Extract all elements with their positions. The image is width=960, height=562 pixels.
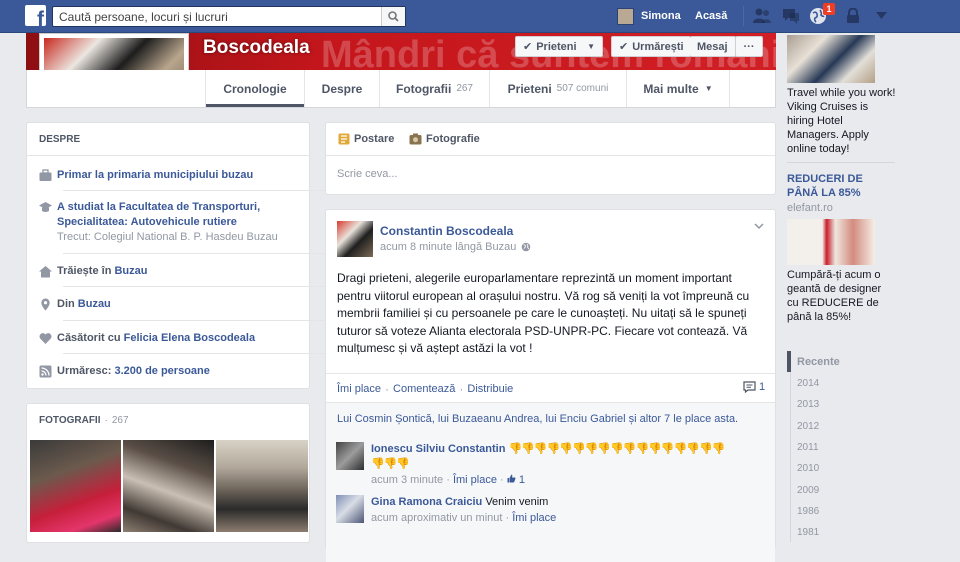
post-text: Dragi prieteni, alegerile europarlamenta… xyxy=(337,271,750,355)
friends-button[interactable]: ✔ Prieteni ▼ xyxy=(515,36,603,57)
post-author-avatar[interactable] xyxy=(337,221,373,257)
comment-count[interactable]: 1 xyxy=(743,381,765,393)
top-navigation-bar: f Simona Acasă 1 xyxy=(0,0,960,33)
timeline-year[interactable]: 2010 xyxy=(797,463,819,474)
about-card: DESPRE Primar la primaria municipiului b… xyxy=(26,122,325,389)
tab-more[interactable]: Mai multe ▼ xyxy=(626,70,730,107)
post-tab[interactable]: Postare xyxy=(338,133,394,145)
more-options-button[interactable]: ··· xyxy=(735,36,763,57)
about-item-lives-in[interactable]: Trăiește în Buzau xyxy=(39,264,325,279)
timeline-year[interactable]: 2012 xyxy=(797,421,819,432)
about-item-followers[interactable]: Urmăresc: 3.200 de persoane xyxy=(39,364,325,379)
thumbs-up-icon xyxy=(507,474,516,483)
search-input[interactable] xyxy=(53,7,379,26)
tab-friends[interactable]: Prieteni 507 comuni xyxy=(489,70,626,107)
post-meta: acum 8 minute lângă Buzau xyxy=(380,241,531,253)
message-button[interactable]: Mesaj xyxy=(690,36,736,57)
comment-author-avatar[interactable] xyxy=(336,442,364,470)
comment-like-link[interactable]: Îmi place xyxy=(453,474,497,486)
settings-caret-icon[interactable] xyxy=(876,12,887,19)
composer-input[interactable]: Scrie ceva... xyxy=(337,168,398,180)
post-timestamp[interactable]: acum 8 minute lângă Buzau xyxy=(380,241,516,253)
tab-timeline[interactable]: Cronologie xyxy=(205,70,304,107)
photo-thumbnail[interactable] xyxy=(30,440,121,532)
public-globe-icon[interactable] xyxy=(521,242,531,252)
comment-author[interactable]: Gina Ramona Craiciu xyxy=(371,496,482,508)
post-card: Constantin Boscodeala acum 8 minute lâng… xyxy=(325,209,776,562)
tab-photos[interactable]: Fotografii 267 xyxy=(379,70,489,107)
search-button[interactable] xyxy=(381,7,405,26)
photo-thumbnail[interactable] xyxy=(123,440,214,532)
timeline-year[interactable]: 2009 xyxy=(797,485,819,496)
chevron-down-icon: ▼ xyxy=(704,84,713,93)
timeline-year[interactable]: 2014 xyxy=(797,378,819,389)
home-link[interactable]: Acasă xyxy=(695,10,727,22)
briefcase-icon xyxy=(39,169,52,181)
ad-text[interactable]: Travel while you work! Viking Cruises is… xyxy=(787,86,897,156)
timeline-year[interactable]: 2011 xyxy=(797,442,819,453)
user-name: Simona xyxy=(641,10,681,22)
timeline-year[interactable]: 2013 xyxy=(797,399,819,410)
education-icon xyxy=(39,202,52,212)
comment-likes-count[interactable]: 1 xyxy=(507,474,525,486)
profile-name[interactable]: Boscodeala xyxy=(203,37,310,59)
post-actions: Îmi place · Comentează · Distribuie xyxy=(337,382,514,396)
rss-icon xyxy=(39,365,52,378)
comment-link[interactable]: Comentează xyxy=(393,383,455,395)
comment-author-avatar[interactable] xyxy=(336,495,364,523)
notification-badge: 1 xyxy=(823,3,835,15)
photo-thumbnail[interactable] xyxy=(216,440,308,532)
timeline-year[interactable]: 1981 xyxy=(797,527,819,538)
likes-summary[interactable]: Lui Cosmin Șontică, lui Buzaeanu Andrea,… xyxy=(337,413,738,425)
comment-text: Venim venim xyxy=(485,496,549,508)
share-link[interactable]: Distribuie xyxy=(467,383,513,395)
location-pin-icon xyxy=(41,298,50,311)
check-icon: ✔ xyxy=(523,41,533,53)
privacy-lock-icon[interactable] xyxy=(846,8,860,24)
home-icon xyxy=(39,266,52,278)
post-options-chevron-icon[interactable] xyxy=(754,223,764,230)
timeline-scrubber-indicator xyxy=(787,351,791,372)
photo-tab[interactable]: Fotografie xyxy=(409,133,480,145)
about-title[interactable]: DESPRE xyxy=(27,123,309,156)
like-link[interactable]: Îmi place xyxy=(337,383,381,395)
search-box xyxy=(52,6,406,27)
profile-tabs: Cronologie Despre Fotografii 267 Prieteni… xyxy=(26,70,776,108)
chevron-down-icon: ▼ xyxy=(587,42,595,51)
ad-image[interactable] xyxy=(787,219,875,265)
ad-image[interactable] xyxy=(787,35,875,83)
tab-about[interactable]: Despre xyxy=(304,70,379,107)
comment-like-link[interactable]: Îmi place xyxy=(512,512,556,524)
search-icon xyxy=(388,11,399,22)
following-button[interactable]: ✔ Urmărești xyxy=(611,36,691,57)
user-avatar xyxy=(617,7,634,25)
comment-bubble-icon xyxy=(743,381,756,393)
photos-card: FOTOGRAFII · 267 xyxy=(26,403,310,543)
friend-requests-icon[interactable] xyxy=(752,7,772,25)
ad-text[interactable]: Cumpără-ți acum o geantă de designer cu … xyxy=(787,268,892,324)
about-item-from[interactable]: Din Buzau xyxy=(39,297,325,312)
composer: Postare Fotografie Scrie ceva... xyxy=(325,122,776,195)
divider xyxy=(743,6,744,26)
about-item-work[interactable]: Primar la primaria municipiului buzau xyxy=(39,168,325,183)
timeline-recent[interactable]: Recente xyxy=(797,356,840,368)
ad-title[interactable]: REDUCERI DE PÂNĂ LA 85% xyxy=(787,172,887,200)
timeline-year[interactable]: 1986 xyxy=(797,506,819,517)
check-icon: ✔ xyxy=(619,41,629,53)
heart-icon xyxy=(39,333,52,344)
camera-icon xyxy=(409,133,422,145)
facebook-logo[interactable]: f xyxy=(25,5,46,26)
comment-author[interactable]: Ionescu Silviu Constantin xyxy=(371,443,505,455)
ad-domain[interactable]: elefant.ro xyxy=(787,202,833,214)
about-item-education[interactable]: A studiat la Facultatea de Transporturi,… xyxy=(39,200,325,245)
about-item-married[interactable]: Căsătorit cu Felicia Elena Boscodeala xyxy=(39,331,325,346)
profile-link[interactable]: Simona xyxy=(617,7,681,25)
comment-time[interactable]: acum aproximativ un minut xyxy=(371,512,502,524)
photos-title[interactable]: FOTOGRAFII · 267 xyxy=(27,404,309,437)
status-edit-icon xyxy=(338,133,350,145)
post-author[interactable]: Constantin Boscodeala xyxy=(380,224,513,238)
messages-icon[interactable] xyxy=(781,7,801,25)
comment-time[interactable]: acum 3 minute xyxy=(371,474,443,486)
